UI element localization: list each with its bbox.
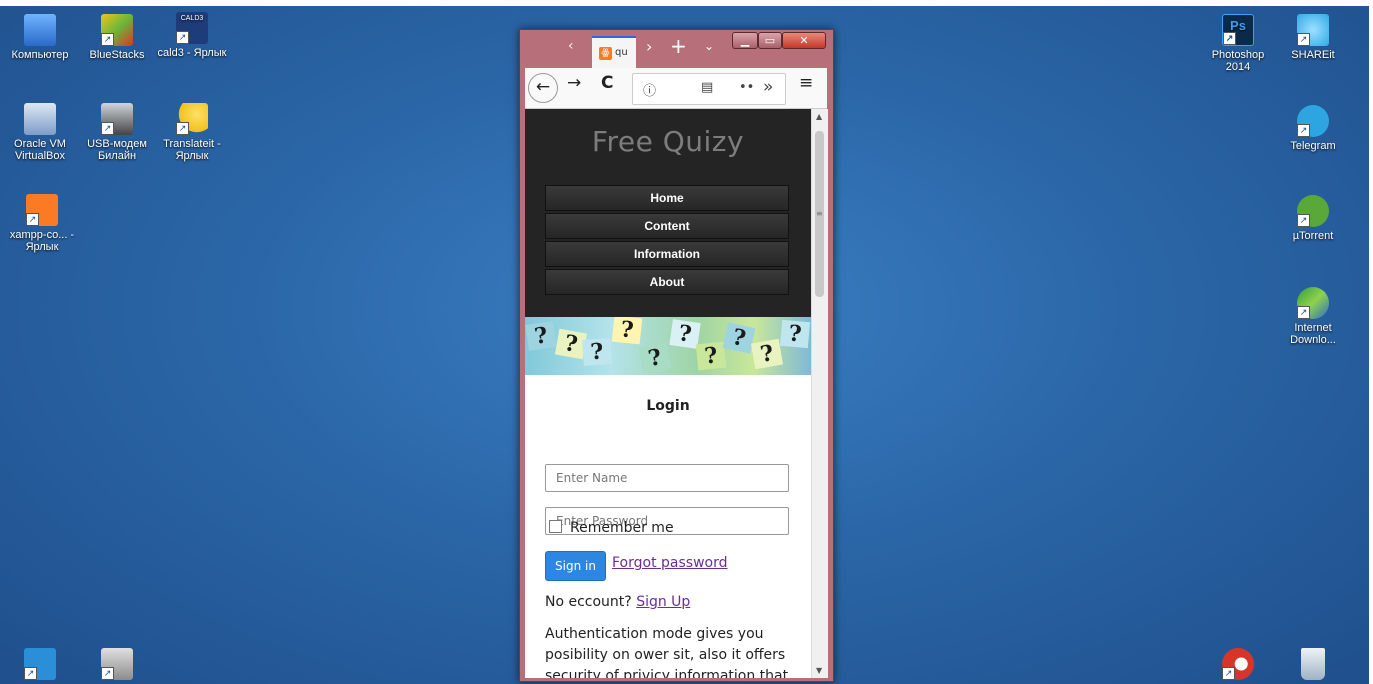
sign-up-link[interactable]: Sign Up (636, 594, 690, 610)
reader-view-icon[interactable]: ▤ (701, 80, 713, 95)
desktop-icon-label: Telegram (1290, 140, 1336, 152)
photoshop-icon: Ps ↗ (1222, 14, 1254, 46)
desktop-icon-utorrent[interactable]: ↗ µTorrent (1277, 195, 1349, 242)
scroll-up-icon[interactable]: ▲ (816, 112, 822, 121)
bluestacks-icon: ↗ (101, 14, 133, 46)
xampp-icon: ↗ (26, 194, 58, 226)
no-account-text: No eccount? (545, 594, 632, 610)
minimize-button[interactable]: ▁ (732, 32, 758, 49)
forward-button[interactable]: → (567, 73, 581, 93)
page-viewport[interactable]: Free Quizy Home Content Information Abou… (525, 109, 811, 678)
desktop-icon-label: Oracle VM VirtualBox (14, 138, 66, 162)
telegram-icon: ↗ (1297, 105, 1329, 137)
desktop-icon-app-installer[interactable]: ↗ (81, 648, 153, 683)
screen-top-border (0, 0, 1373, 6)
desktop-icon-label: Internet Downlo... (1290, 322, 1336, 346)
translateit-icon: ↗ (176, 103, 208, 135)
recycle-bin-icon (1301, 648, 1325, 680)
navigation-toolbar: ← → C ⓘ ▤ •• » ≡ (525, 68, 827, 109)
desktop-icon-label: Компьютер (11, 49, 69, 61)
name-input[interactable] (545, 464, 789, 492)
site-title: Free Quizy (591, 125, 745, 158)
desktop-icon-telegram[interactable]: ↗ Telegram (1277, 105, 1349, 152)
new-tab-button[interactable]: + (670, 34, 687, 58)
menu-item-about[interactable]: About (545, 269, 789, 295)
authentication-description: Authentication mode gives you posibility… (545, 626, 789, 678)
desktop-icon-internet-download-manager[interactable]: ↗ Internet Downlo... (1277, 287, 1349, 346)
desktop-icon-label: Translateit - Ярлык (163, 138, 221, 162)
main-menu: Home Content Information About (545, 185, 789, 297)
menu-item-home[interactable]: Home (545, 185, 789, 211)
url-bar[interactable]: ⓘ ▤ •• » (632, 73, 786, 105)
remember-me[interactable]: Remember me (549, 520, 674, 536)
desktop-icon-computer[interactable]: Компьютер (4, 14, 76, 61)
screen-right-border (1369, 0, 1373, 684)
scrollbar-grip-icon: ≡ (816, 209, 823, 218)
menu-item-content[interactable]: Content (545, 213, 789, 239)
close-button[interactable]: ✕ (782, 32, 826, 49)
tab-scroll-right-icon[interactable]: › (646, 37, 652, 56)
desktop-icon-video-player[interactable]: ↗ (4, 648, 76, 683)
reload-button[interactable]: C (601, 73, 613, 93)
maximize-button[interactable]: ▭ (758, 32, 782, 49)
scroll-down-icon[interactable]: ▼ (816, 666, 822, 675)
app-installer-icon: ↗ (101, 648, 133, 680)
desktop-icon-label: USB-модем Билайн (87, 138, 147, 162)
desktop-icon-ccleaner[interactable]: ↗ (1202, 648, 1274, 683)
desktop-icon-label: cald3 - Ярлык (157, 47, 227, 59)
cald3-badge: CALD3 (180, 15, 204, 22)
desktop-icon-bluestacks[interactable]: ↗ BlueStacks (81, 14, 153, 61)
desktop-icon-cald3[interactable]: CALD3 ↗ cald3 - Ярлык (156, 12, 228, 59)
cald3-icon: CALD3 ↗ (176, 12, 208, 44)
shareit-icon: ↗ (1297, 14, 1329, 46)
photoshop-badge: Ps (1230, 18, 1246, 33)
overflow-chevron-icon[interactable]: » (763, 77, 773, 97)
desktop-icon-label: Photoshop 2014 (1211, 49, 1265, 73)
virtualbox-icon (24, 103, 56, 135)
desktop-icon-label: SHAREit (1291, 49, 1335, 61)
tab-title: qu (615, 47, 628, 58)
title-bar[interactable]: ‹ ꙮ qu › + ⌄ ▁ ▭ ✕ (520, 30, 833, 68)
browser-window[interactable]: ‹ ꙮ qu › + ⌄ ▁ ▭ ✕ ← → C ⓘ ▤ •• » ≡ Free… (519, 29, 834, 682)
desktop-icon-translateit[interactable]: ↗ Translateit - Ярлык (156, 103, 228, 162)
desktop-icon-recycle-bin[interactable] (1277, 648, 1349, 683)
video-player-icon: ↗ (24, 648, 56, 680)
remember-label: Remember me (570, 520, 674, 536)
usb-modem-icon: ↗ (101, 103, 133, 135)
tab-scroll-left-icon[interactable]: ‹ (568, 38, 574, 54)
forgot-password-link[interactable]: Forgot password (612, 555, 728, 571)
page-actions-icon[interactable]: •• (739, 80, 754, 95)
desktop-icon-usb-modem[interactable]: ↗ USB-модем Билайн (81, 103, 153, 162)
site-header: Free Quizy Home Content Information Abou… (525, 109, 811, 317)
sign-in-button[interactable]: Sign in (545, 551, 606, 581)
site-info-icon[interactable]: ⓘ (643, 80, 656, 99)
back-button[interactable]: ← (528, 73, 558, 103)
computer-icon (24, 14, 56, 46)
question-marks-banner: ? ? ? ? ? ? ? ? ? ? (525, 317, 811, 375)
desktop-icon-photoshop[interactable]: Ps ↗ Photoshop 2014 (1202, 14, 1274, 73)
remember-checkbox[interactable] (549, 520, 562, 533)
login-title: Login (646, 398, 690, 414)
menu-item-information[interactable]: Information (545, 241, 789, 267)
vertical-scrollbar[interactable]: ▲ ≡ ▼ (811, 109, 828, 678)
hamburger-menu-icon[interactable]: ≡ (799, 73, 813, 93)
desktop-icon-label: xampp-co... - Ярлык (9, 229, 75, 253)
internet-download-manager-icon: ↗ (1297, 287, 1329, 319)
active-tab[interactable]: ꙮ qu (592, 36, 636, 68)
desktop-icon-virtualbox[interactable]: Oracle VM VirtualBox (4, 103, 76, 162)
desktop-icon-shareit[interactable]: ↗ SHAREit (1277, 14, 1349, 61)
desktop-icon-xampp[interactable]: ↗ xampp-co... - Ярлык (4, 194, 80, 253)
tab-list-chevron-icon[interactable]: ⌄ (704, 39, 714, 53)
utorrent-icon: ↗ (1297, 195, 1329, 227)
xampp-favicon-icon: ꙮ (599, 47, 612, 60)
ccleaner-icon: ↗ (1222, 648, 1254, 680)
desktop-icon-label: µTorrent (1292, 230, 1334, 242)
no-account-line: No eccount? Sign Up (545, 594, 690, 610)
desktop-icon-label: BlueStacks (89, 49, 145, 61)
